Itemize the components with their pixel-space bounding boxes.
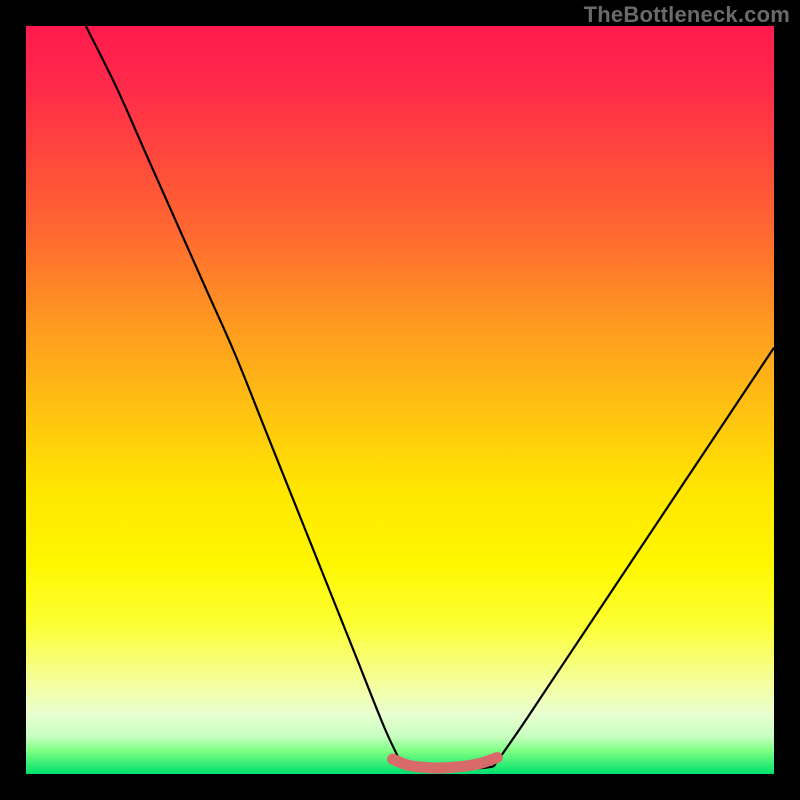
bottleneck-curve-left [86, 26, 404, 768]
bottleneck-curve-right [494, 348, 775, 767]
chart-frame: TheBottleneck.com [0, 0, 800, 800]
curve-layer [26, 26, 774, 774]
plot-area [26, 26, 774, 774]
watermark-text: TheBottleneck.com [584, 2, 790, 28]
valley-highlight-segment [393, 758, 498, 768]
